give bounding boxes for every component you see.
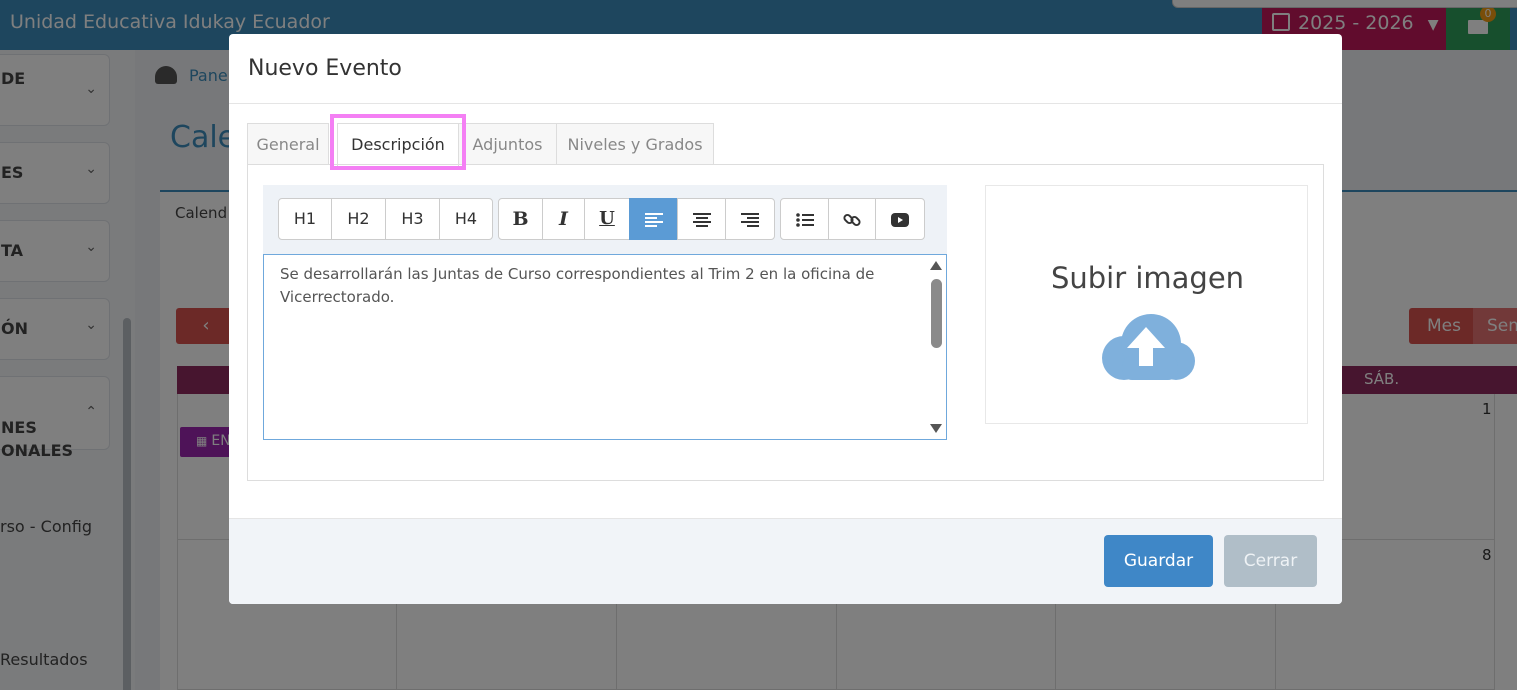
modal-footer: Guardar Cerrar xyxy=(229,518,1342,604)
align-center-button[interactable] xyxy=(677,198,726,240)
italic-button[interactable]: I xyxy=(542,198,585,240)
description-text: Se desarrollarán las Juntas de Curso cor… xyxy=(280,265,875,306)
heading4-button[interactable]: H4 xyxy=(439,198,493,240)
divider xyxy=(229,103,1342,104)
link-icon xyxy=(843,213,861,226)
scrollbar-thumb[interactable] xyxy=(931,279,942,348)
tab-general[interactable]: General xyxy=(247,123,329,165)
youtube-icon xyxy=(891,212,909,227)
link-button[interactable] xyxy=(828,198,876,240)
align-left-icon xyxy=(644,212,663,227)
align-right-icon xyxy=(741,212,759,227)
description-textarea[interactable]: Se desarrollarán las Juntas de Curso cor… xyxy=(263,254,947,440)
upload-label: Subir imagen xyxy=(1050,261,1245,295)
cloud-upload-icon xyxy=(1102,314,1195,380)
align-left-button[interactable] xyxy=(629,198,678,240)
tab-descripcion[interactable]: Descripción xyxy=(337,123,459,166)
rich-text-editor: H1 H2 H3 H4 B I U Se desarrollarán las J… xyxy=(263,185,947,440)
tab-niveles-grados[interactable]: Niveles y Grados xyxy=(556,123,714,165)
video-button[interactable] xyxy=(875,198,925,240)
heading1-button[interactable]: H1 xyxy=(278,198,332,240)
save-button[interactable]: Guardar xyxy=(1104,535,1213,587)
close-button[interactable]: Cerrar xyxy=(1224,535,1317,587)
scroll-up-arrow[interactable] xyxy=(930,261,942,270)
bold-button[interactable]: B xyxy=(498,198,543,240)
tab-adjuntos[interactable]: Adjuntos xyxy=(459,123,557,165)
heading2-button[interactable]: H2 xyxy=(331,198,386,240)
align-right-button[interactable] xyxy=(725,198,775,240)
new-event-modal: Nuevo Evento General Descripción Adjunto… xyxy=(229,34,1342,604)
underline-button[interactable]: U xyxy=(584,198,630,240)
modal-title: Nuevo Evento xyxy=(248,56,402,81)
upload-image-area[interactable]: Subir imagen xyxy=(985,185,1308,424)
list-icon xyxy=(795,212,814,227)
heading3-button[interactable]: H3 xyxy=(385,198,440,240)
align-center-icon xyxy=(692,212,711,227)
scroll-down-arrow[interactable] xyxy=(930,424,942,433)
list-button[interactable] xyxy=(780,198,829,240)
